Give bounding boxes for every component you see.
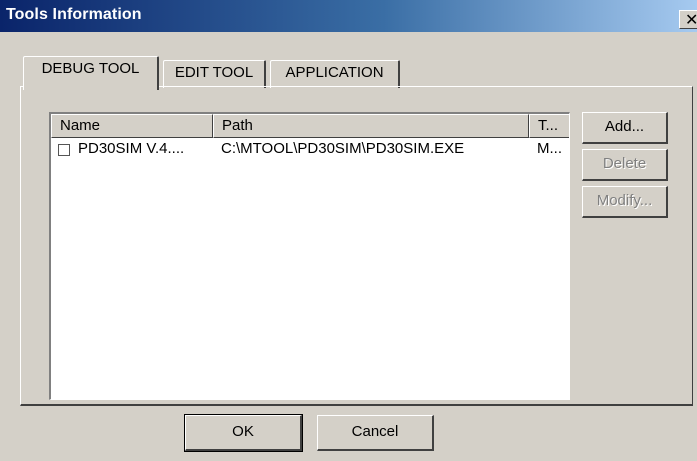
tab-label: APPLICATION	[285, 64, 384, 81]
tool-name: PD30SIM V.4....	[78, 140, 185, 157]
tools-list[interactable]: Name Path T... PD30SIM V.4.... C:\MTOOL\…	[49, 112, 570, 400]
close-icon: ✕	[685, 10, 697, 29]
column-header-name[interactable]: Name	[51, 114, 213, 138]
delete-button[interactable]: Delete	[582, 149, 668, 181]
tab-label: DEBUG TOOL	[41, 60, 140, 77]
modify-button[interactable]: Modify...	[582, 186, 668, 218]
column-header-type[interactable]: T...	[529, 114, 569, 138]
tab-edit-tool[interactable]: EDIT TOOL	[163, 60, 266, 88]
ok-button[interactable]: OK	[184, 414, 303, 452]
tool-path: C:\MTOOL\PD30SIM\PD30SIM.EXE	[221, 140, 465, 157]
tool-checkbox[interactable]	[58, 144, 70, 156]
column-header-path[interactable]: Path	[213, 114, 529, 138]
tab-application[interactable]: APPLICATION	[270, 60, 400, 88]
window-title: Tools Information	[6, 6, 142, 23]
list-header: Name Path T...	[51, 114, 569, 138]
add-button[interactable]: Add...	[582, 112, 668, 144]
tab-label: EDIT TOOL	[174, 64, 254, 81]
tab-debug-tool[interactable]: DEBUG TOOL	[23, 56, 159, 90]
cancel-button[interactable]: Cancel	[317, 415, 434, 451]
tool-type: M...	[537, 140, 562, 157]
title-bar: Tools Information ✕	[0, 0, 697, 32]
list-item[interactable]: PD30SIM V.4.... C:\MTOOL\PD30SIM\PD30SIM…	[51, 138, 569, 160]
close-button[interactable]: ✕	[679, 10, 697, 29]
